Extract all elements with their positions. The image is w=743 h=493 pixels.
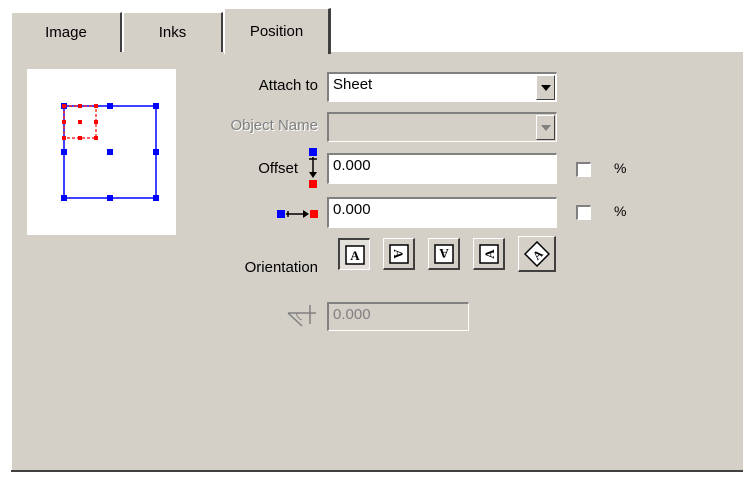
offset-horizontal-percent-checkbox[interactable] [576, 205, 591, 220]
angle-input[interactable]: 0.000 [327, 302, 469, 331]
tab-position[interactable]: Position [224, 8, 331, 54]
orientation-normal-button[interactable]: A [338, 238, 370, 270]
chevron-down-icon [540, 84, 551, 91]
attach-to-value: Sheet [333, 76, 373, 93]
offset-vertical-icon [306, 148, 320, 194]
offset-label: Offset [258, 160, 298, 177]
offset-horizontal-value: 0.000 [333, 201, 371, 218]
object-name-label: Object Name [230, 117, 318, 134]
attach-to-select[interactable]: Sheet [327, 72, 557, 102]
panel-bottom-border [11, 470, 743, 472]
svg-text:A: A [350, 248, 360, 263]
tab-image-label: Image [45, 24, 87, 41]
offset-horizontal-input[interactable]: 0.000 [327, 197, 557, 228]
chevron-down-icon [540, 124, 551, 131]
orientation-diamond-button[interactable]: A [518, 236, 556, 272]
offset-vertical-percent-checkbox[interactable] [576, 162, 591, 177]
orientation-upside-down-button[interactable]: A [428, 238, 460, 270]
orientation-diamond-icon: A [523, 240, 550, 267]
attach-to-dropdown-button[interactable] [536, 75, 555, 100]
orientation-normal-icon: A [344, 244, 365, 265]
orientation-rotate-right-icon: A [388, 243, 409, 264]
offset-vertical-value: 0.000 [333, 157, 371, 174]
offset-vertical-input[interactable]: 0.000 [327, 153, 557, 184]
offset-horizontal-icon [277, 207, 319, 224]
orientation-label: Orientation [244, 259, 318, 276]
object-name-dropdown-button[interactable] [536, 115, 555, 140]
svg-text:A: A [482, 248, 497, 258]
orientation-rotate-right-button[interactable]: A [383, 238, 415, 270]
orientation-rotate-left-button[interactable]: A [473, 238, 505, 270]
orientation-upside-down-icon: A [433, 243, 454, 264]
angle-value: 0.000 [333, 306, 371, 323]
svg-text:A: A [391, 249, 406, 259]
tab-position-label: Position [249, 23, 304, 40]
tab-image[interactable]: Image [11, 12, 122, 52]
angle-icon [286, 304, 320, 334]
attachment-preview-diagram [61, 103, 159, 201]
tab-inks[interactable]: Inks [123, 12, 223, 52]
offset-vertical-percent-label: % [614, 160, 627, 176]
attach-to-label: Attach to [258, 77, 318, 94]
orientation-rotate-left-icon: A [478, 243, 499, 264]
tab-inks-label: Inks [158, 24, 187, 41]
position-preview [27, 69, 176, 235]
offset-horizontal-percent-label: % [614, 203, 627, 219]
object-name-select[interactable] [327, 112, 557, 142]
svg-text:A: A [438, 246, 448, 261]
